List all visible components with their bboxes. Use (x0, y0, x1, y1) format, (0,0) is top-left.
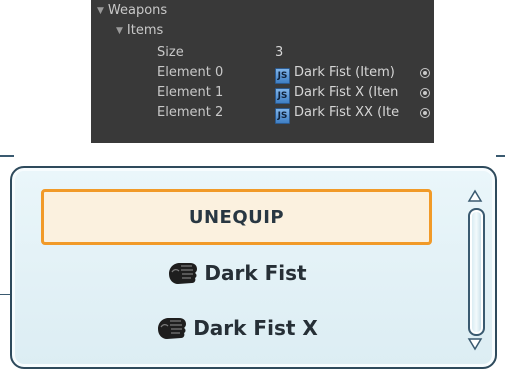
size-field[interactable]: 3 (275, 43, 283, 63)
fist-icon (158, 318, 187, 339)
size-label: Size (157, 45, 184, 60)
object-field[interactable]: JS Dark Fist XX (Ite (275, 103, 399, 124)
javascript-icon: JS (275, 88, 290, 104)
foldout-expanded-icon[interactable]: ▼ (116, 21, 123, 41)
object-picker-icon[interactable] (420, 108, 430, 118)
weapons-label: Weapons (107, 3, 168, 18)
javascript-icon: JS (275, 108, 290, 124)
javascript-icon: JS (275, 68, 290, 84)
fist-icon (169, 263, 198, 284)
inventory-panel: UNEQUIP Dark Fist Dark Fist X (10, 166, 497, 369)
object-field-value: Dark Fist (Item) (294, 65, 395, 80)
object-field[interactable]: JS Dark Fist X (Iten (275, 83, 398, 104)
scrollbar-thumb[interactable] (468, 208, 485, 336)
foldout-expanded-icon[interactable]: ▼ (97, 1, 104, 21)
weapons-foldout[interactable]: ▼ Weapons (97, 1, 167, 21)
panel-frame-edge (496, 155, 505, 158)
element-row: Element 2 JS Dark Fist XX (Ite (157, 103, 434, 124)
object-picker-icon[interactable] (420, 68, 430, 78)
items-foldout[interactable]: ▼ Items (116, 21, 163, 41)
item-label: Dark Fist (204, 261, 307, 285)
element-row: Element 1 JS Dark Fist X (Iten (157, 83, 434, 104)
items-label: Items (126, 23, 164, 38)
element-row: Element 0 JS Dark Fist (Item) (157, 63, 434, 84)
triangle-down-icon[interactable] (467, 336, 483, 352)
element-label: Element 2 (157, 105, 224, 120)
unequip-button[interactable]: UNEQUIP (41, 189, 432, 245)
object-field-value: Dark Fist XX (Ite (294, 105, 400, 120)
size-row: Size 3 (157, 43, 427, 63)
object-field-value: Dark Fist X (Iten (294, 85, 399, 100)
object-picker-icon[interactable] (420, 88, 430, 98)
element-label: Element 0 (157, 65, 224, 80)
inventory-item[interactable]: Dark Fist (41, 250, 432, 296)
triangle-up-icon[interactable] (467, 188, 483, 204)
inspector-panel: ▼ Weapons ▼ Items Size 3 Element 0 JS Dark … (91, 0, 434, 143)
inventory-item[interactable]: Dark Fist X (41, 305, 432, 351)
item-label: Dark Fist X (193, 316, 318, 340)
element-label: Element 1 (157, 85, 224, 100)
object-field[interactable]: JS Dark Fist (Item) (275, 63, 395, 84)
